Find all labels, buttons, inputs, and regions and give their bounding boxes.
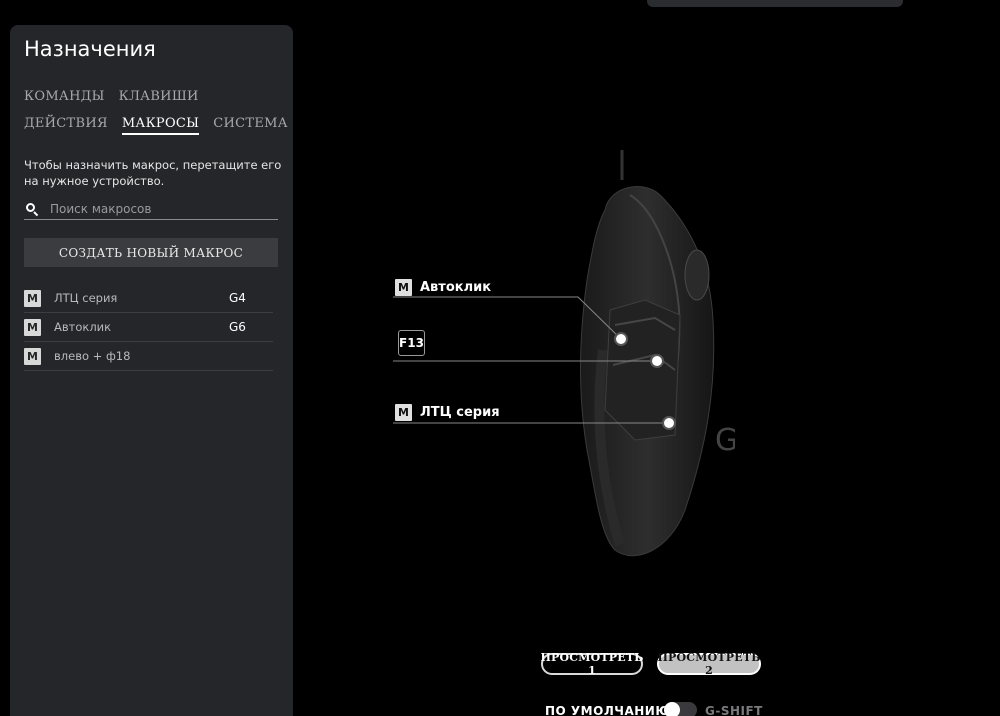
tab-actions[interactable]: ДЕЙСТВИЯ xyxy=(24,116,108,133)
tab-keys[interactable]: КЛАВИШИ xyxy=(119,89,199,106)
mode-default-label: ПО УМОЛЧАНИЮ xyxy=(545,704,670,716)
gshift-toggle[interactable] xyxy=(664,702,697,716)
key-chip-f13[interactable]: F13 xyxy=(398,330,425,356)
svg-text:G: G xyxy=(715,423,735,458)
callout-label-ltc-series[interactable]: ЛТЦ серия xyxy=(420,405,500,420)
macro-icon: M xyxy=(395,404,412,421)
macro-key: G4 xyxy=(229,291,246,305)
macro-list: M ЛТЦ серия G4 M Автоклик G6 M влево + ф… xyxy=(24,284,273,371)
create-macro-button[interactable]: СОЗДАТЬ НОВЫЙ МАКРОС xyxy=(24,238,278,267)
panel-title: Назначения xyxy=(24,37,156,61)
macro-icon: M xyxy=(24,318,41,336)
drag-hint: Чтобы назначить макрос, перетащите его н… xyxy=(24,158,282,188)
macro-name: ЛТЦ серия xyxy=(54,291,118,305)
tab-macros[interactable]: МАКРОСЫ xyxy=(121,116,200,135)
macro-name: Автоклик xyxy=(54,320,112,334)
macro-icon: M xyxy=(24,289,41,307)
tab-system[interactable]: СИСТЕМА xyxy=(213,116,288,133)
view-2-button[interactable]: ПРОСМОТРЕТЬ 2 xyxy=(657,651,761,677)
list-item[interactable]: M Автоклик G6 xyxy=(24,313,273,342)
tab-commands[interactable]: КОМАНДЫ xyxy=(24,89,105,106)
mouse-image: G xyxy=(580,150,735,557)
mode-switch-row: ПО УМОЛЧАНИЮ G-SHIFT xyxy=(545,701,775,716)
macro-icon: M xyxy=(24,347,41,365)
macro-name: влево + ф18 xyxy=(54,349,131,363)
search-input[interactable] xyxy=(50,201,270,216)
toggle-knob xyxy=(664,702,680,716)
search-icon xyxy=(25,201,41,217)
assignment-tabs: КОМАНДЫ КЛАВИШИ ДЕЙСТВИЯ МАКРОСЫ СИСТЕМА xyxy=(24,89,288,143)
mode-gshift-label: G-SHIFT xyxy=(705,704,763,716)
view-1-button[interactable]: ПРОСМОТРЕТЬ 1 xyxy=(540,651,643,677)
macro-icon: M xyxy=(395,279,412,296)
list-item[interactable]: M влево + ф18 xyxy=(24,342,273,371)
list-item[interactable]: M ЛТЦ серия G4 xyxy=(24,284,273,313)
callout-label-autoclick[interactable]: Автоклик xyxy=(420,280,491,295)
macro-search xyxy=(24,198,278,220)
assignments-panel: Назначения КОМАНДЫ КЛАВИШИ ДЕЙСТВИЯ МАКР… xyxy=(10,25,293,716)
top-bar xyxy=(647,0,903,7)
macro-key: G6 xyxy=(229,320,246,334)
